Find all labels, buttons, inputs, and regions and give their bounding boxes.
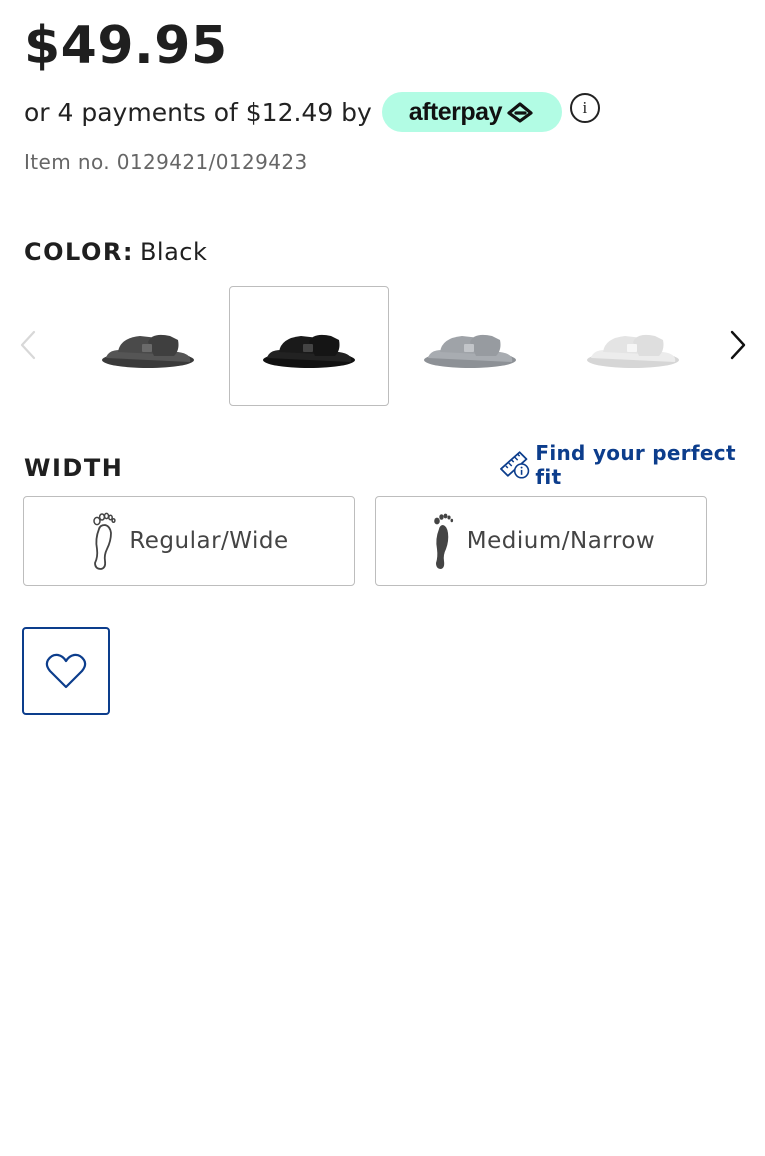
afterpay-logo-icon bbox=[507, 102, 533, 123]
afterpay-row: or 4 payments of $12.49 by afterpay i bbox=[24, 90, 600, 134]
color-selection-label: COLOR: Black bbox=[24, 238, 207, 266]
wishlist-button[interactable] bbox=[22, 627, 110, 715]
ruler-icon bbox=[500, 451, 530, 479]
item-number: Item no. 0129421/0129423 bbox=[24, 150, 308, 174]
heart-icon bbox=[45, 653, 87, 689]
chevron-right-icon[interactable] bbox=[724, 328, 752, 362]
color-swatch-black[interactable] bbox=[229, 286, 389, 406]
color-swatch-gray[interactable] bbox=[390, 286, 550, 406]
width-option-label: Regular/Wide bbox=[129, 528, 289, 554]
color-value: Black bbox=[139, 238, 208, 266]
width-label: WIDTH bbox=[24, 454, 124, 482]
foot-outline-icon bbox=[93, 512, 116, 570]
chevron-left-icon[interactable] bbox=[14, 328, 42, 362]
afterpay-badge[interactable]: afterpay bbox=[381, 92, 562, 132]
color-swatch-white[interactable] bbox=[553, 286, 713, 406]
width-option-medium-narrow[interactable]: Medium/Narrow bbox=[375, 496, 707, 586]
sandal-image bbox=[587, 334, 679, 368]
info-icon[interactable]: i bbox=[569, 93, 600, 123]
installments-text: or 4 payments of $12.49 by bbox=[24, 97, 372, 127]
foot-filled-icon bbox=[433, 513, 453, 569]
color-swatch-anthracite[interactable] bbox=[68, 286, 228, 406]
sandal-image bbox=[102, 334, 194, 368]
sandal-image bbox=[424, 334, 516, 368]
product-price: $49.95 bbox=[24, 16, 228, 76]
afterpay-wordmark: afterpay bbox=[408, 97, 503, 126]
find-your-fit-label: Find your perfect fit bbox=[535, 441, 736, 489]
width-option-label: Medium/Narrow bbox=[466, 528, 656, 554]
find-your-fit-link[interactable]: Find your perfect fit bbox=[498, 441, 765, 489]
sandal-image bbox=[263, 334, 355, 368]
color-label: COLOR: bbox=[24, 238, 134, 266]
width-option-regular-wide[interactable]: Regular/Wide bbox=[23, 496, 355, 586]
